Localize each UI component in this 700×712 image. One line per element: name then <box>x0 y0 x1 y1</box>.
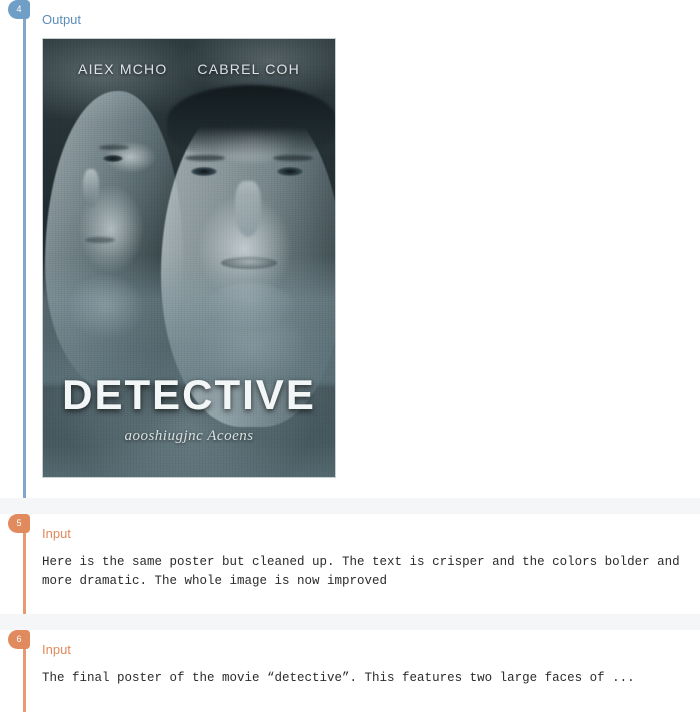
poster-credits: AIEX MCHO CABREL COH <box>43 61 335 77</box>
step-content: Output AIEX MCHO CABREL COH DETECTIVE аo… <box>42 0 682 478</box>
step-number-badge: 6 <box>8 630 30 649</box>
step-label-input: Input <box>42 526 71 541</box>
step-content: Input The final poster of the movie “det… <box>42 630 682 688</box>
step-text: Here is the same poster but cleaned up. … <box>42 555 688 588</box>
step-content: Input Here is the same poster but cleane… <box>42 514 682 591</box>
step-block-input-5: 5 Input Here is the same poster but clea… <box>0 514 700 614</box>
step-number-badge: 4 <box>8 0 30 19</box>
conversation-page: 4 Output AIEX MCHO CABREL COH DETECTIVE … <box>0 0 700 712</box>
step-rail <box>23 0 26 498</box>
poster-title: DETECTIVE <box>62 371 316 418</box>
step-block-input-6: 6 Input The final poster of the movie “d… <box>0 630 700 712</box>
poster-credit-right: CABREL COH <box>197 61 300 77</box>
step-number-badge: 5 <box>8 514 30 533</box>
step-label-output: Output <box>42 12 82 27</box>
step-block-output: 4 Output AIEX MCHO CABREL COH DETECTIVE … <box>0 0 700 498</box>
step-label-input: Input <box>42 642 71 657</box>
poster-subtitle: аooshiugjnc Acoenѕ <box>124 428 254 444</box>
poster-image[interactable]: AIEX MCHO CABREL COH DETECTIVE аooshiugj… <box>42 38 336 478</box>
poster-credit-left: AIEX MCHO <box>78 61 168 77</box>
movie-poster-artwork: AIEX MCHO CABREL COH DETECTIVE аooshiugj… <box>42 38 336 478</box>
step-text: The final poster of the movie “detective… <box>42 671 635 685</box>
